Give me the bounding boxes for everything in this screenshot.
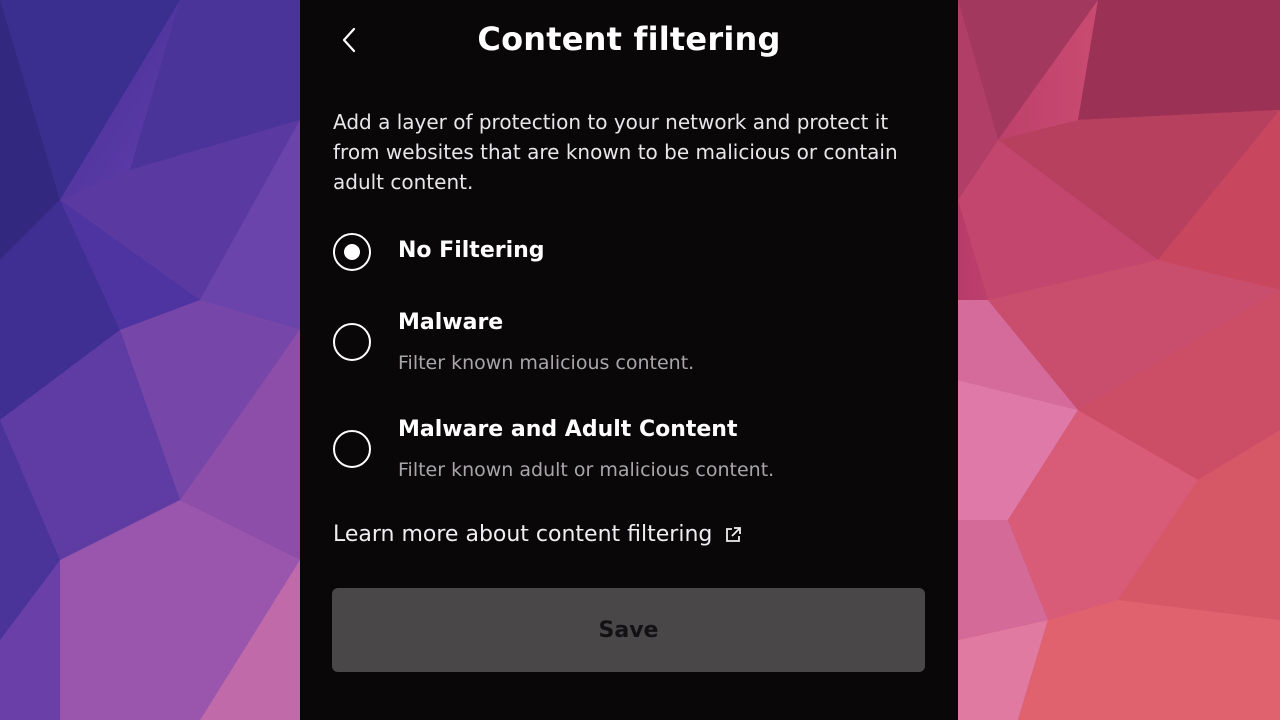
external-link-icon <box>724 526 742 544</box>
header: Content filtering <box>300 0 958 82</box>
background-right <box>958 0 1280 720</box>
option-malware[interactable]: Malware Filter known malicious content. <box>333 308 925 380</box>
content-filtering-panel: Content filtering Add a layer of protect… <box>300 0 958 720</box>
learn-more-label: Learn more about content filtering <box>333 522 713 547</box>
option-malware-and-adult[interactable]: Malware and Adult Content Filter known a… <box>333 415 925 487</box>
option-no-filtering[interactable]: No Filtering <box>333 232 925 272</box>
option-label: Malware <box>398 310 504 335</box>
option-description: Filter known malicious content. <box>398 352 695 374</box>
background-left <box>0 0 300 720</box>
learn-more-link[interactable]: Learn more about content filtering <box>333 522 742 547</box>
radio-malware[interactable] <box>333 323 371 361</box>
option-description: Filter known adult or malicious content. <box>398 459 775 481</box>
radio-malware-and-adult[interactable] <box>333 430 371 468</box>
page-title: Content filtering <box>477 20 781 58</box>
save-button[interactable]: Save <box>332 588 925 672</box>
radio-no-filtering[interactable] <box>333 233 371 271</box>
option-label: No Filtering <box>398 238 545 263</box>
option-label: Malware and Adult Content <box>398 417 738 442</box>
description-text: Add a layer of protection to your networ… <box>333 110 898 194</box>
